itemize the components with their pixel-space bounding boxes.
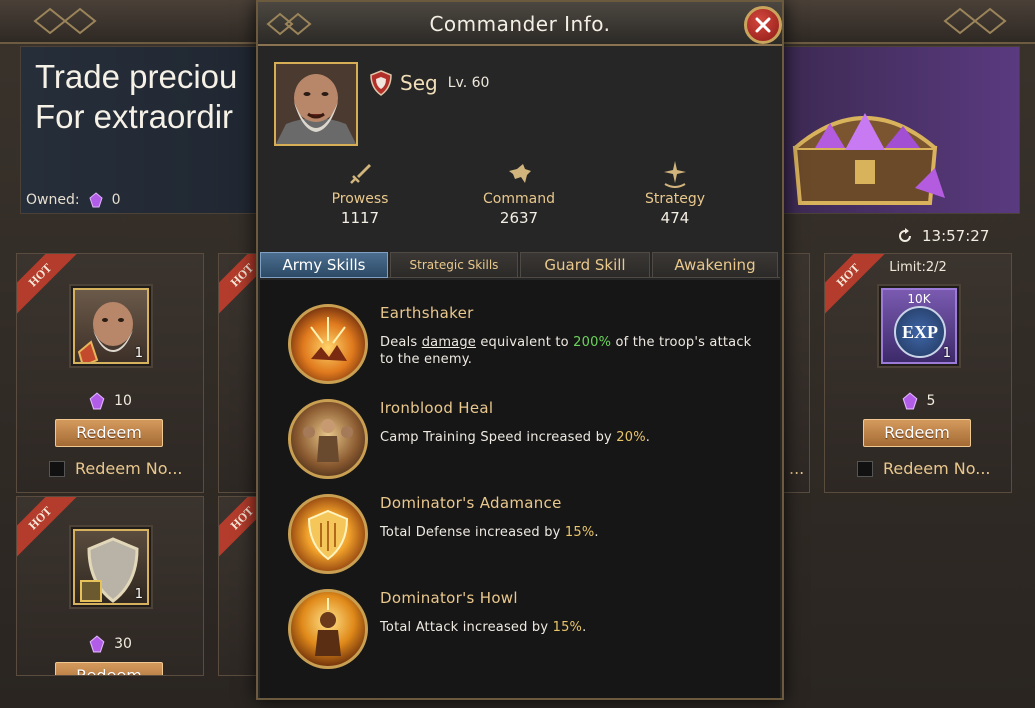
commander-name-row: Seg Lv. 60 [370, 70, 489, 96]
star-icon [664, 161, 686, 188]
banner-line-1: Trade preciou [35, 58, 238, 95]
item-slot[interactable]: 1 [69, 525, 153, 609]
skill-description: Total Defense increased by 15%. [380, 525, 599, 540]
skill-tabs: Army Skills Strategic Skills Guard Skill… [260, 252, 780, 278]
redeem-button[interactable]: Redeem [55, 419, 163, 447]
exp-amount: 10K [907, 292, 931, 306]
refresh-icon [899, 228, 911, 242]
commander-level: Lv. 60 [447, 75, 490, 91]
item-quantity: 1 [942, 346, 951, 361]
ornament-icon [943, 7, 1007, 35]
commander-name: Seg [400, 71, 438, 95]
commander-item: 1 [73, 288, 149, 364]
redeem-notice-label: Redeem No... [883, 459, 991, 478]
commander-face-icon [276, 64, 356, 144]
stat-command: Command 2637 [454, 160, 584, 227]
skill-description: Total Attack increased by 15%. [380, 620, 587, 635]
stat-label: Prowess [331, 191, 389, 207]
shop-card: HOT 1 10 Redeem Redeem No... [16, 253, 204, 493]
gem-icon [88, 192, 103, 208]
stat-label: Command [483, 191, 555, 207]
modal-body: Seg Lv. 60 Prowess 1117 Command 2637 Str… [258, 48, 782, 698]
gem-icon [89, 392, 105, 410]
skill-row[interactable]: Dominator's Adamance Total Defense incre… [288, 494, 768, 576]
soldiers-icon [288, 399, 368, 479]
item-price: 10 [17, 392, 203, 410]
skill-name: Earthshaker [380, 304, 474, 322]
item-slot[interactable]: 10K EXP 1 [877, 284, 961, 368]
sword-icon [350, 164, 371, 184]
skill-name: Ironblood Heal [380, 399, 494, 417]
modal-title: Commander Info. [429, 12, 611, 36]
limit-label: Limit:2/2 [889, 260, 947, 275]
skill-description: Camp Training Speed increased by 20%. [380, 430, 651, 445]
banner-line-2: For extraordir [35, 98, 234, 135]
treasure-chest-icon [792, 113, 945, 205]
exp-item: 10K EXP 1 [881, 288, 957, 364]
price-value: 30 [114, 636, 132, 652]
stat-value: 1117 [340, 209, 380, 227]
stat-prowess: Prowess 1117 [295, 160, 425, 227]
item-quantity: 1 [134, 346, 143, 361]
skills-panel: Earthshaker Deals damage equivalent to 2… [260, 280, 780, 698]
shield-badge-icon [370, 70, 392, 96]
skill-name: Dominator's Howl [380, 589, 518, 607]
skill-row[interactable]: Dominator's Howl Total Attack increased … [288, 589, 768, 671]
skill-row[interactable]: Ironblood Heal Camp Training Speed incre… [288, 399, 768, 481]
tab-guard-skill[interactable]: Guard Skill [520, 252, 650, 278]
redeem-notice-label: Redeem No... [75, 459, 183, 478]
skill-name: Dominator's Adamance [380, 494, 562, 512]
item-price: 5 [825, 392, 1011, 410]
commander-portrait[interactable] [274, 62, 358, 146]
owned-counter: Owned: 0 [26, 192, 120, 208]
item-slot[interactable]: 1 [69, 284, 153, 368]
redeem-notice-row[interactable]: Redeem No... [49, 459, 183, 478]
shop-card: HOT Limit:2/2 10K EXP 1 5 Redeem Redeem … [824, 253, 1012, 493]
redeem-button[interactable]: Redeem [55, 662, 163, 675]
skill-description: Deals damage equivalent to 200% of the t… [380, 335, 752, 367]
exp-badge: EXP [894, 306, 946, 358]
stat-value: 474 [660, 209, 690, 227]
commander-info-modal: Commander Info. Seg Lv. 60 Prowess 1117 … [256, 0, 784, 700]
keyword-link[interactable]: damage [422, 335, 476, 350]
price-value: 5 [926, 393, 936, 409]
partial-label: ... [789, 459, 805, 478]
owned-label: Owned: [26, 192, 80, 208]
ornament-icon [33, 7, 97, 35]
tab-army-skills[interactable]: Army Skills [260, 252, 388, 278]
tab-awakening[interactable]: Awakening [652, 252, 778, 278]
redeem-notice-row[interactable]: Redeem No... [857, 459, 991, 478]
price-value: 10 [114, 393, 132, 409]
owned-count: 0 [111, 192, 121, 208]
item-price: 30 [17, 635, 203, 653]
close-button[interactable] [744, 6, 782, 44]
earthquake-icon [288, 304, 368, 384]
redeem-notice-checkbox[interactable] [49, 460, 65, 477]
warrior-icon [288, 589, 368, 669]
horse-icon [509, 164, 531, 183]
item-quantity: 1 [134, 587, 143, 602]
shield-skill-icon [288, 494, 368, 574]
redeem-notice-checkbox[interactable] [857, 460, 873, 477]
refresh-timer: 13:57:27 [896, 227, 989, 245]
stat-label: Strategy [645, 191, 705, 207]
modal-header: Commander Info. [258, 2, 782, 46]
stat-strategy: Strategy 474 [610, 160, 740, 227]
close-icon [755, 17, 771, 33]
shop-card: HOT 1 30 Redeem [16, 496, 204, 676]
skill-row[interactable]: Earthshaker Deals damage equivalent to 2… [288, 304, 768, 386]
shield-item: 1 [73, 529, 149, 605]
banner-text: Trade preciou For extraordir [35, 57, 237, 137]
gem-icon [902, 392, 917, 410]
timer-value: 13:57:27 [922, 227, 990, 245]
gem-icon [89, 635, 105, 653]
tab-strategic-skills[interactable]: Strategic Skills [390, 252, 518, 278]
redeem-button[interactable]: Redeem [863, 419, 971, 447]
stat-value: 2637 [499, 209, 539, 227]
